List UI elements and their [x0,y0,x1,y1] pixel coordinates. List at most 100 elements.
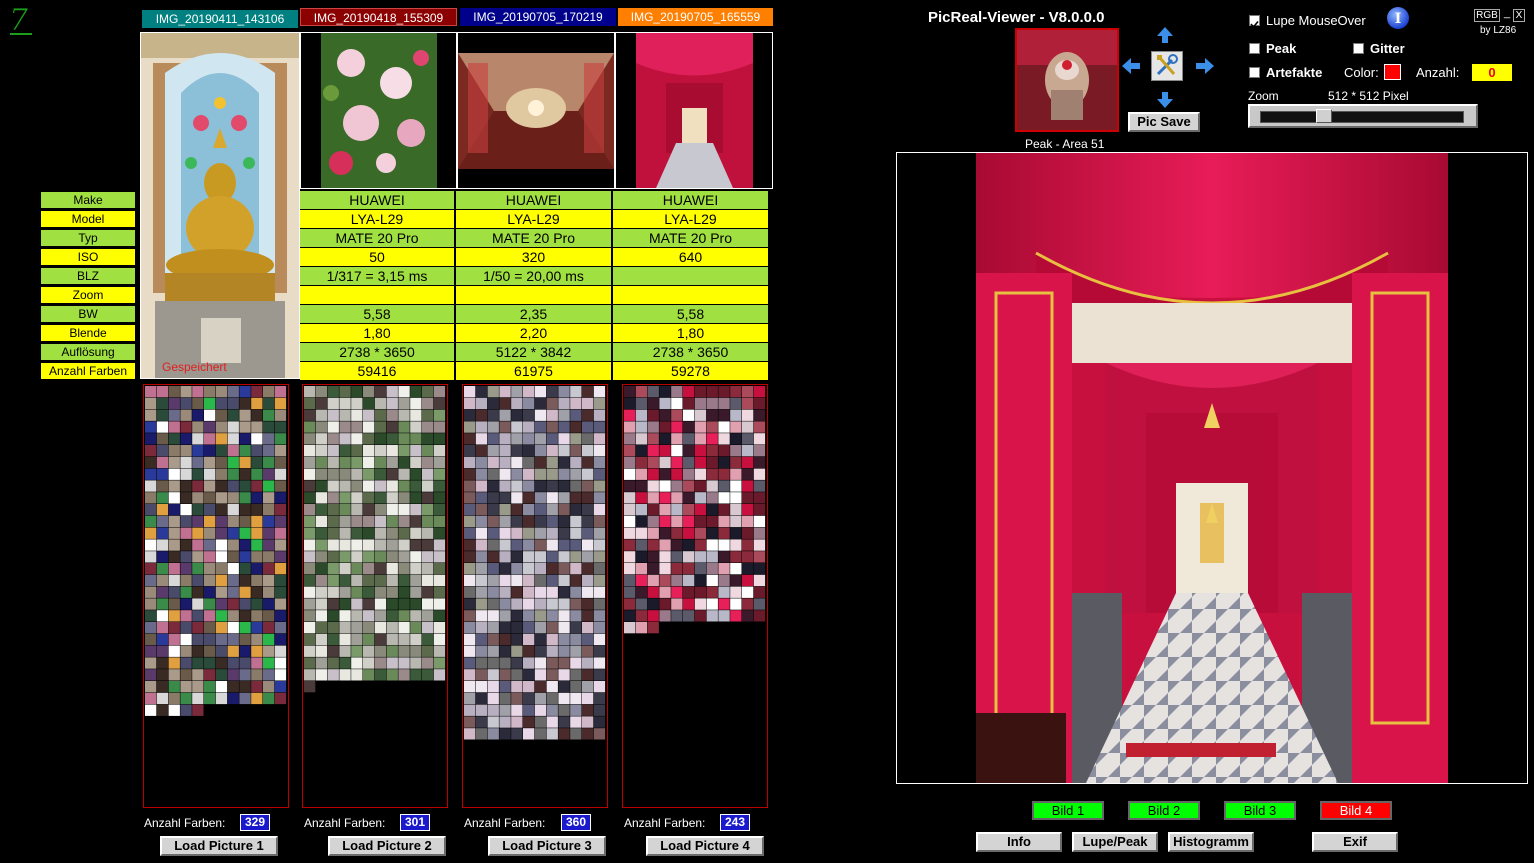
palette-color-cell [582,386,594,398]
bild-3-button[interactable]: Bild 3 [1224,801,1296,820]
peak-checkbox[interactable] [1249,43,1260,54]
palette-color-cell [511,515,523,528]
bild-4-button[interactable]: Bild 4 [1320,801,1392,820]
palette-color-cell [582,669,594,681]
palette-color-cell [742,480,754,492]
arrow-right-icon[interactable] [1195,57,1215,80]
exif-button[interactable]: Exif [1312,832,1398,852]
palette-color-cell [582,527,594,539]
thumbnail-2[interactable] [300,32,457,189]
palette-color-cell [475,456,488,469]
palette-color-cell [215,657,228,669]
palette-color-cell [534,704,547,716]
palette-color-cell [263,681,275,693]
palette-color-cell [315,586,328,598]
load-picture-3-button[interactable]: Load Picture 3 [488,836,606,856]
palette-color-cell [730,421,742,433]
palette-color-cell [718,445,730,457]
palette-color-cell [339,645,351,657]
palette-color-cell [558,563,570,575]
palette-color-cell [742,610,754,622]
meta-label-typ: Typ [40,229,136,247]
info-icon[interactable]: I [1386,6,1410,35]
image-title-4[interactable]: IMG_20190705_165559 [618,8,773,26]
meta-model-4: LYA-L29 [613,210,768,228]
color-swatch[interactable] [1384,64,1401,80]
palette-color-cell [647,492,659,504]
lupe-peak-button[interactable]: Lupe/Peak [1072,832,1158,852]
palette-color-cell [145,504,157,516]
palette-color-cell [464,692,476,705]
image-title-3[interactable]: IMG_20190705_170219 [460,8,616,26]
palette-color-cell [487,433,499,445]
palette-color-cell [351,515,363,528]
palette-color-cell [180,610,192,622]
image-title-1[interactable]: IMG_20190411_143106 [142,10,298,28]
palette-color-cell [487,563,499,575]
palette-color-cell [511,445,523,457]
thumbnail-4[interactable] [615,32,773,189]
palette-color-cell [327,539,339,551]
arrow-down-icon[interactable] [1156,91,1174,114]
palette-color-cell [593,480,606,492]
palette-color-cell [593,468,606,480]
thumbnail-1[interactable] [140,32,300,379]
main-image-viewer[interactable] [896,152,1528,784]
palette-color-cell [351,539,363,551]
palette-color-cell [180,480,192,492]
palette-color-cell [156,409,169,421]
histogramm-button[interactable]: Histogramm [1168,832,1254,852]
image-title-2[interactable]: IMG_20190418_155309 [300,8,457,26]
palette-color-cell [315,409,328,421]
pic-save-button[interactable]: Pic Save [1128,112,1200,132]
palette-color-cell [227,633,239,646]
palette-color-cell [263,386,275,398]
palette-color-cell [263,657,275,669]
palette-color-cell [647,598,659,610]
meta-aufloesung-3: 5122 * 3842 [456,343,611,361]
minimize-button[interactable]: _ [1501,7,1513,21]
palette-color-cell [499,456,511,469]
gitter-checkbox[interactable] [1353,43,1364,54]
palette-color-cell [339,504,351,516]
palette-color-cell [753,409,766,421]
palette-color-cell [433,515,446,528]
palette-color-cell [239,622,251,634]
zoom-slider-thumb[interactable] [1315,109,1332,123]
palette-color-cell [742,468,754,480]
palette-color-cell [168,504,180,516]
palette-color-cell [546,633,558,646]
palette-color-cell [593,456,606,469]
palette-color-cell [546,645,558,657]
palette-color-cell [671,397,683,410]
thumbnail-3[interactable] [457,32,615,189]
tools-button[interactable] [1151,51,1183,81]
close-button[interactable]: X [1513,9,1525,22]
palette-color-cell [499,669,511,681]
bild-1-button[interactable]: Bild 1 [1032,801,1104,820]
flowers-image [321,33,437,188]
palette-color-cell [523,515,535,528]
palette-color-cell [523,445,535,457]
palette-color-cell [464,657,476,669]
rgb-button[interactable]: RGB [1474,9,1500,22]
zoom-slider[interactable] [1248,104,1478,128]
artefakte-checkbox[interactable] [1249,67,1260,78]
arrow-up-icon[interactable] [1156,26,1174,49]
palette-color-cell [659,504,671,516]
info-button[interactable]: Info [976,832,1062,852]
load-picture-4-button[interactable]: Load Picture 4 [646,836,764,856]
palette-color-cell [558,681,570,693]
lupe-mouseover-checkbox[interactable] [1249,15,1260,29]
palette-color-cell [523,633,535,646]
palette-color-cell [433,445,446,457]
palette-color-cell [363,480,375,492]
church-ceiling-image [458,53,614,169]
arrow-left-icon[interactable] [1121,57,1141,80]
load-picture-2-button[interactable]: Load Picture 2 [328,836,446,856]
meta-label-farben: Anzahl Farben [40,362,136,380]
load-picture-1-button[interactable]: Load Picture 1 [160,836,278,856]
palette-color-cell [156,421,169,433]
palette-color-cell [671,504,683,516]
bild-2-button[interactable]: Bild 2 [1128,801,1200,820]
